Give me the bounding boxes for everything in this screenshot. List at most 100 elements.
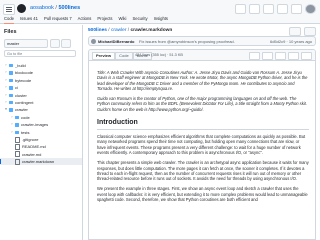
inbox-icon[interactable] [291,4,302,14]
tree-item[interactable]: › blockcode [0,69,82,76]
tree-item-label: blockcode [15,70,34,76]
chevron-right-icon[interactable]: › [4,99,8,106]
tree-item[interactable]: crawler.markdown [0,158,82,166]
file-viewer: Preview Code Blame 424 lines (355 loc) ·… [88,49,316,240]
bio-paragraph: Guido van Rossum is the creator of Pytho… [97,96,307,112]
tree-item-label: crawler.md [22,151,42,157]
avatar[interactable] [305,4,316,14]
tree-item[interactable]: › code [0,114,82,121]
file-toolbar: Preview Code Blame 424 lines (355 loc) ·… [89,50,315,61]
tree-item[interactable]: › _build [0,62,82,69]
chevron-right-icon[interactable]: › [10,114,14,121]
search-icon[interactable] [235,4,246,14]
folder-icon [9,71,13,75]
chevron-right-icon[interactable]: › [4,84,8,91]
tab-projects[interactable]: Projects [97,14,112,23]
file-top-actions [289,27,316,36]
tree-item-label: .gitignore [22,136,39,142]
section-heading: Introduction [97,118,309,131]
tree-item-label: ci [15,85,18,91]
chevron-right-icon[interactable]: › [10,121,14,128]
tree-item[interactable]: › cluster [0,92,82,99]
outline-icon[interactable] [301,52,312,60]
file-path-breadcrumb: 500lines / crawler / crawler.markdown [88,28,173,33]
chevron-right-icon[interactable]: › [4,77,8,84]
tree-item[interactable]: crawler.md [0,151,82,158]
tree-item[interactable]: › crawler-images [0,121,82,128]
chevron-right-icon[interactable]: › [4,69,8,76]
commit-author[interactable]: MichaelDiBernardo [98,37,134,45]
tree-item-label: README.md [22,144,46,150]
code-button[interactable]: Code [115,52,133,60]
owner-link[interactable]: aosabook [30,5,54,11]
more-options-icon[interactable] [289,27,301,36]
avatar[interactable] [91,39,96,44]
file-icon [15,158,20,165]
tab-actions[interactable]: Actions [78,14,92,23]
tree-item-label: tests [21,129,30,135]
file-tree: › _build › blockcode › bytecode › ci › cluster › co… [0,62,82,166]
folder-icon [15,130,19,134]
tree-item[interactable]: ▾ crawler [0,106,82,113]
commit-message[interactable]: Fix issues from @amyrobinson's proposing… [139,37,235,45]
tree-item[interactable]: .gitignore [0,136,82,143]
folder-icon [9,78,13,83]
tab-pull-requests[interactable]: Pull requests 7 [44,14,72,23]
copy-icon[interactable] [262,52,273,60]
chevron-right-icon[interactable]: › [4,62,8,69]
github-logo-icon[interactable] [17,4,26,13]
preview-button[interactable]: Preview [92,52,116,60]
tab-insights[interactable]: Insights [154,14,168,23]
path-file-name: crawler.markdown [130,28,173,33]
body-paragraph: We present the example in three stages. … [97,186,308,203]
chevron-right-icon[interactable]: › [4,92,8,99]
tree-item-label: crawler.markdown [22,159,55,165]
repo-link[interactable]: 500lines [58,5,80,11]
folder-icon [9,108,13,112]
chevron-down-icon[interactable]: ▾ [4,106,8,113]
commit-meta[interactable]: 6d5d2c9 · 10 years ago [270,37,312,45]
search-icon[interactable] [61,39,71,48]
tree-item-label: contingent [15,99,34,105]
intro-paragraph: Title: A Web Crawler With asyncio Corout… [97,70,308,91]
folder-icon [9,86,13,90]
tree-item-label: cluster [15,92,27,98]
tab-issues[interactable]: Issues 41 [20,14,38,23]
tree-item[interactable]: › ci [0,84,82,91]
body-paragraph: This chapter presents a simple web crawl… [97,160,309,182]
branch-selector[interactable]: master [4,39,48,48]
folder-icon [15,123,19,127]
go-to-file-input[interactable]: Go to file [4,50,76,57]
chevron-right-icon[interactable]: › [10,129,14,136]
tab-wiki[interactable]: Wiki [119,14,127,23]
add-file-icon[interactable] [50,39,60,48]
markdown-content: Title: A Web Crawler With asyncio Corout… [97,70,309,207]
issues-icon[interactable] [263,4,274,14]
tab-code[interactable]: Code [4,14,15,24]
folder-icon [9,64,13,68]
path-dir-link[interactable]: crawler [111,28,126,33]
add-icon[interactable] [249,4,260,14]
file-icon [15,136,20,143]
raw-button[interactable] [249,52,260,60]
tree-item[interactable]: › bytecode [0,77,82,84]
tree-item[interactable]: › contingent [0,99,82,106]
file-icon [15,151,20,158]
tree-item[interactable]: README.md [0,143,82,150]
file-icon [15,143,20,150]
tree-item[interactable]: › tests [0,129,82,136]
copy-path-icon[interactable] [304,27,316,36]
tab-security[interactable]: Security [132,14,147,23]
download-icon[interactable] [275,52,286,60]
pull-requests-icon[interactable] [277,4,288,14]
edit-icon[interactable] [288,52,299,60]
folder-icon [9,100,13,105]
file-tools [249,52,312,60]
sidebar-title: Files [4,29,17,35]
tree-item-label: _build [15,63,26,68]
path-repo-link[interactable]: 500lines [88,28,107,33]
file-sidebar: Files master Go to file › _build › blockcod… [0,25,83,240]
header-actions [235,4,316,14]
repo-tabs: Code Issues 41 Pull requests 7 Actions P… [0,14,320,24]
body-paragraph: Classical computer science emphasizes ef… [97,134,306,155]
